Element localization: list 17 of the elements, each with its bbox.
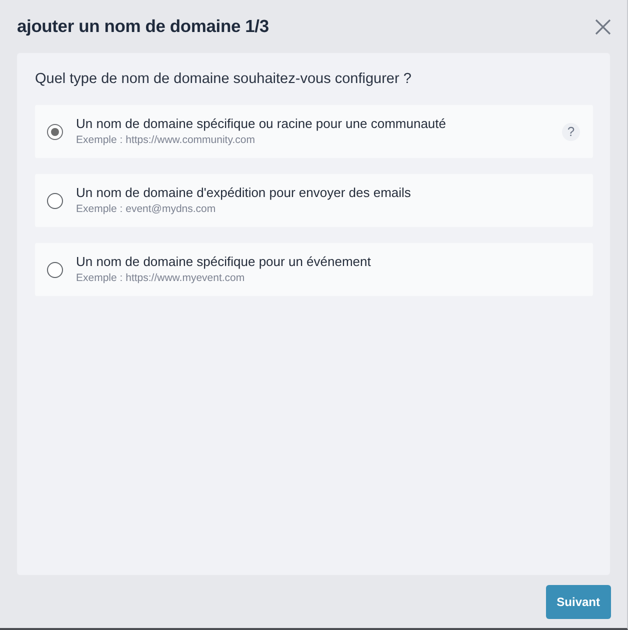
option-example: Exemple : https://www.myevent.com <box>76 271 245 285</box>
option-label: Un nom de domaine spécifique ou racine pour une communauté <box>76 116 446 132</box>
option-card[interactable]: Un nom de domaine spécifique ou racine pour une communauté Exemple : https://www.community.com ? <box>35 105 593 158</box>
radio-button[interactable] <box>47 192 63 208</box>
option-card[interactable]: Un nom de domaine d'expédition pour envoyer des emails Exemple : event@mydns.com <box>35 174 593 227</box>
option-label: Un nom de domaine d'expédition pour envoyer des emails <box>76 185 411 201</box>
option-example: Exemple : event@mydns.com <box>76 202 216 216</box>
radio-button[interactable] <box>47 262 63 278</box>
question-text: Quel type de nom de domaine souhaitez-vous configurer ? <box>35 70 412 88</box>
help-badge[interactable]: ? <box>562 122 580 140</box>
radio-button[interactable] <box>47 124 63 140</box>
option-label: Un nom de domaine spécifique pour un événement <box>76 254 371 270</box>
option-card[interactable]: Un nom de domaine spécifique pour un événement Exemple : https://www.myevent.com <box>35 243 593 296</box>
next-button[interactable]: Suivant <box>546 585 611 619</box>
dialog-title: ajouter un nom de domaine 1/3 <box>17 16 269 37</box>
option-example: Exemple : https://www.community.com <box>76 133 255 147</box>
close-icon[interactable] <box>595 18 611 34</box>
